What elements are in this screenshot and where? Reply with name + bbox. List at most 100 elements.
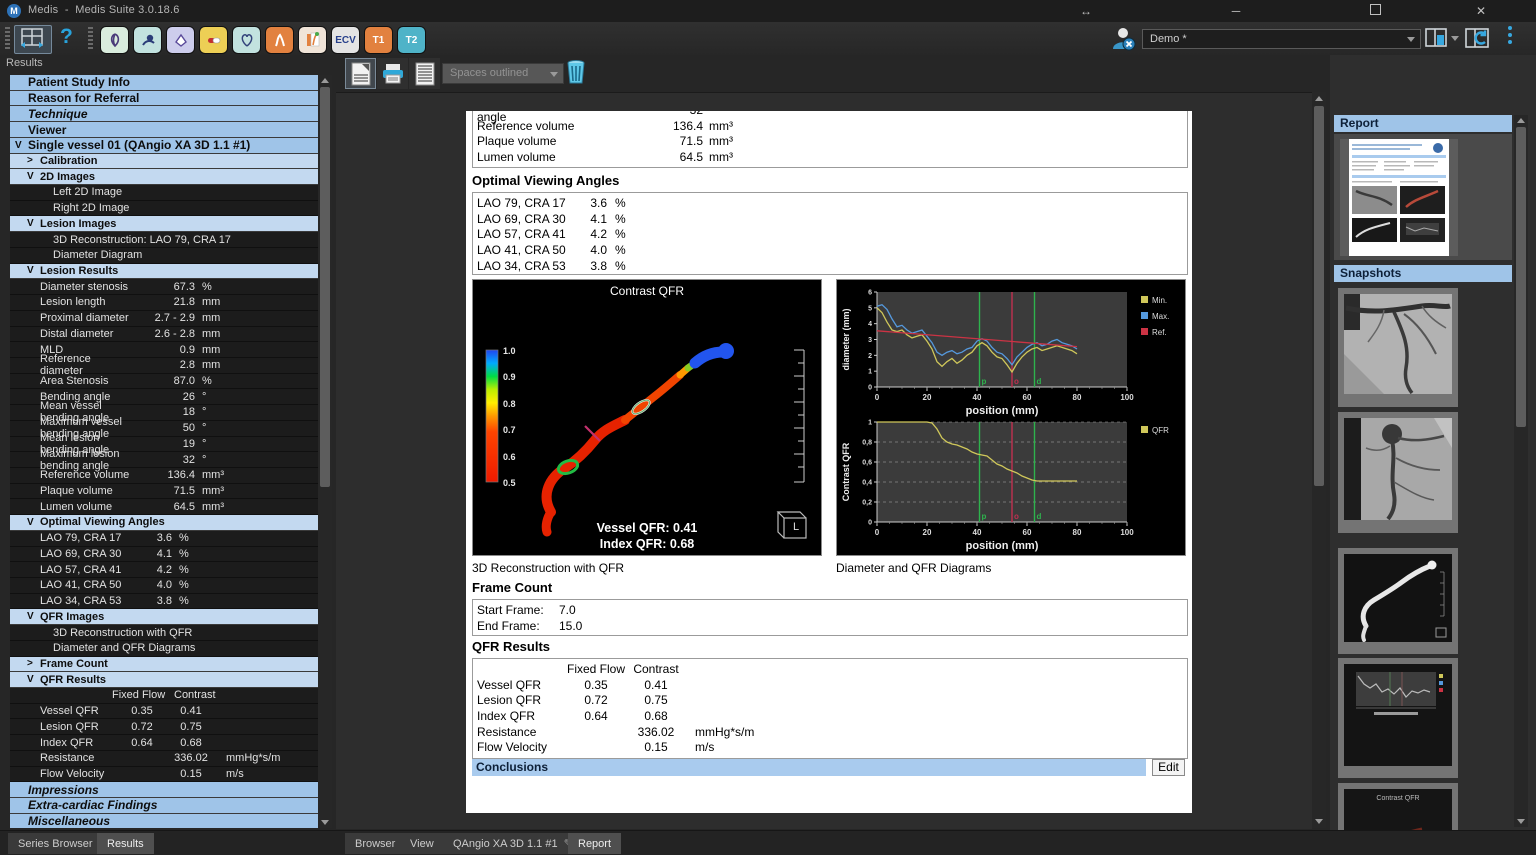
snapshot-thumbnail[interactable] — [1338, 658, 1458, 778]
help-button[interactable]: ? — [60, 25, 73, 49]
spaces-dropdown[interactable]: Spaces outlined — [442, 63, 564, 84]
tree-item-qfr-images[interactable]: VQFR Images — [10, 609, 318, 625]
toolbar-grip[interactable] — [5, 27, 10, 49]
scroll-up-icon[interactable] — [1315, 96, 1323, 101]
app-icon-t1[interactable]: T1 — [364, 26, 393, 54]
report-view-button[interactable] — [345, 58, 376, 89]
tree-measurement-row[interactable]: Lumen volume64.5mm³ — [10, 499, 318, 515]
app-icon-qtavi[interactable] — [199, 26, 228, 54]
tree-viewing-angle-row[interactable]: LAO 34, CRA 533.8% — [10, 594, 318, 610]
scrollbar-thumb[interactable] — [320, 87, 330, 487]
report-scrollbar[interactable] — [1312, 92, 1326, 828]
snapshot-thumbnail[interactable] — [1338, 412, 1458, 533]
print-report-button[interactable] — [377, 58, 408, 89]
tree-item-viewer[interactable]: Viewer — [10, 122, 318, 138]
scrollbar-thumb[interactable] — [1516, 127, 1526, 427]
tree-item-qfr-results[interactable]: VQFR Results — [10, 672, 318, 688]
app-icon-qangio-xa-3d[interactable] — [298, 26, 327, 54]
app-icon-3dview[interactable] — [166, 26, 195, 54]
tree-measurement-row[interactable]: Lesion length21.8mm — [10, 295, 318, 311]
tree-item-diameter-diagram[interactable]: Diameter Diagram — [10, 248, 318, 264]
tab-browser[interactable]: Browser — [345, 833, 405, 854]
tree-item-reason-for-referral[interactable]: Reason for Referral — [10, 91, 318, 107]
tree-qfr-row[interactable]: Lesion QFR0.720.75 — [10, 719, 318, 735]
scroll-down-icon[interactable] — [1315, 819, 1323, 824]
edit-conclusions-button[interactable]: Edit — [1152, 759, 1185, 776]
scroll-up-icon[interactable] — [321, 78, 329, 83]
tree-item-3d-reconstruction-lao-79-cra-17[interactable]: 3D Reconstruction: LAO 79, CRA 17 — [10, 232, 318, 248]
tree-item-frame-count[interactable]: >Frame Count — [10, 657, 318, 673]
tree-item-lesion-results[interactable]: VLesion Results — [10, 264, 318, 280]
extend-monitor-icon[interactable]: ↔ — [1071, 2, 1101, 20]
tree-qfr-row[interactable]: Index QFR0.640.68 — [10, 735, 318, 751]
report-thumbnail[interactable] — [1340, 139, 1458, 256]
tree-item-miscellaneous[interactable]: Miscellaneous — [10, 814, 318, 828]
snapshot-thumbnail[interactable] — [1338, 288, 1458, 407]
tab-qangio-xa-3d[interactable]: QAngio XA 3D 1.1 #1 ✎ — [443, 833, 583, 854]
tree-measurement-row[interactable]: Area Stenosis87.0% — [10, 374, 318, 390]
scroll-down-icon[interactable] — [321, 820, 329, 825]
app-icon-qmass[interactable] — [100, 26, 129, 54]
app-icon-qangio-xa[interactable] — [265, 26, 294, 54]
tree-qfr-column-header[interactable]: Fixed FlowContrast — [10, 688, 318, 704]
tree-item-calibration[interactable]: >Calibration — [10, 154, 318, 170]
tree-measurement-row[interactable]: Maximum lesion bending angle32° — [10, 452, 318, 468]
tree-qfr-row[interactable]: Flow Velocity0.15m/s — [10, 767, 318, 783]
tab-results[interactable]: Results — [97, 833, 154, 854]
tree-item-2d-images[interactable]: V2D Images — [10, 169, 318, 185]
tree-item-extra-cardiac-findings[interactable]: Extra-cardiac Findings — [10, 798, 318, 814]
tree-item-technique[interactable]: Technique — [10, 106, 318, 122]
sidebar-scrollbar[interactable] — [318, 75, 332, 828]
tree-viewing-angle-row[interactable]: LAO 79, CRA 173.6% — [10, 531, 318, 547]
tree-viewing-angle-row[interactable]: LAO 57, CRA 414.2% — [10, 562, 318, 578]
more-menu-button[interactable] — [1508, 26, 1512, 44]
tree-item-optimal-viewing-angles[interactable]: VOptimal Viewing Angles — [10, 515, 318, 531]
tree-qfr-row[interactable]: Vessel QFR0.350.41 — [10, 704, 318, 720]
save-layout-button[interactable] — [1424, 26, 1450, 55]
tree-item-impressions[interactable]: Impressions — [10, 782, 318, 798]
tree-measurement-row[interactable]: Proximal diameter2.7 - 2.9mm — [10, 311, 318, 327]
tree-measurement-row[interactable]: Plaque volume71.5mm³ — [10, 484, 318, 500]
tree-measurement-row[interactable]: Distal diameter2.6 - 2.8mm — [10, 327, 318, 343]
tree-item-3d-reconstruction-with-qfr[interactable]: 3D Reconstruction with QFR — [10, 625, 318, 641]
tree-item-patient-study-info[interactable]: Patient Study Info — [10, 75, 318, 91]
maximize-button[interactable] — [1360, 2, 1390, 20]
app-icon-qflow[interactable] — [133, 26, 162, 54]
tree-measurement-row[interactable]: Diameter stenosis67.3% — [10, 279, 318, 295]
contrast-qfr-3d-panel[interactable]: Contrast QFR Vessel QFR: 0.41 Index QFR:… — [472, 279, 822, 556]
tree-item-left-2d-image[interactable]: Left 2D Image — [10, 185, 318, 201]
tab-report[interactable]: Report — [568, 833, 621, 854]
tree-measurement-row[interactable]: Reference volume136.4mm³ — [10, 468, 318, 484]
scroll-up-icon[interactable] — [1517, 118, 1525, 123]
app-icon-qangio-ct[interactable] — [232, 26, 261, 54]
delete-report-button[interactable] — [566, 59, 586, 90]
toolbar-grip[interactable] — [88, 27, 93, 49]
close-button[interactable]: ✕ — [1466, 2, 1496, 20]
snapshot-thumbnail[interactable] — [1338, 548, 1458, 654]
scroll-down-icon[interactable] — [1517, 819, 1525, 824]
tab-series-browser[interactable]: Series Browser — [8, 833, 103, 854]
scrollbar-thumb[interactable] — [1314, 106, 1324, 486]
tree-viewing-angle-row[interactable]: LAO 41, CRA 504.0% — [10, 578, 318, 594]
layout-dropdown-caret[interactable] — [1451, 36, 1459, 41]
app-icon-ecv[interactable]: ECV — [331, 26, 360, 54]
tree-viewing-angle-row[interactable]: LAO 69, CRA 304.1% — [10, 547, 318, 563]
tree-measurement-row[interactable]: Reference diameter2.8mm — [10, 358, 318, 374]
tab-view[interactable]: View — [400, 833, 444, 854]
snapshot-thumbnail[interactable]: Contrast QFR — [1338, 783, 1458, 830]
app-icon-t2[interactable]: T2 — [397, 26, 426, 54]
reset-layout-button[interactable] — [1464, 26, 1492, 55]
tree-item-diameter-and-qfr-diagrams[interactable]: Diameter and QFR Diagrams — [10, 641, 318, 657]
layout-view-button[interactable] — [14, 25, 52, 54]
text-view-button[interactable] — [409, 58, 440, 89]
user-session-icon[interactable] — [1110, 25, 1136, 56]
session-dropdown[interactable]: Demo * — [1142, 29, 1421, 49]
tree-qfr-row[interactable]: Resistance336.02mmHg*s/m — [10, 751, 318, 767]
tree-item-lesion-images[interactable]: VLesion Images — [10, 216, 318, 232]
diameter-qfr-diagrams-panel[interactable]: 0204060801000123456podposition (mm)diame… — [836, 279, 1186, 556]
minimize-button[interactable]: ─ — [1221, 2, 1251, 20]
text-label: Plaque volume — [477, 134, 613, 148]
tree-item-single-vessel-01-qangio-xa-3d-1-1-1-[interactable]: VSingle vessel 01 (QAngio XA 3D 1.1 #1) — [10, 138, 318, 154]
right-panel-scrollbar[interactable] — [1514, 115, 1528, 827]
tree-item-right-2d-image[interactable]: Right 2D Image — [10, 201, 318, 217]
